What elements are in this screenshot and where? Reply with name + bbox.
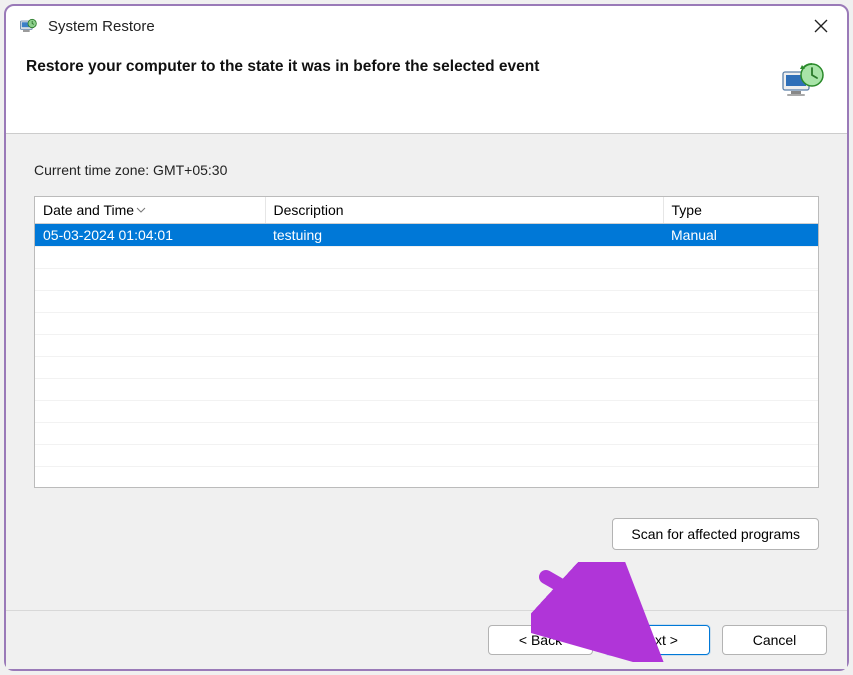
table-row: [35, 247, 818, 269]
back-button[interactable]: < Back: [488, 625, 593, 655]
column-header-description[interactable]: Description: [265, 197, 663, 224]
footer-buttons: < Back Next > Cancel: [6, 610, 847, 669]
close-icon: [814, 19, 828, 33]
table-row: [35, 313, 818, 335]
table-row: [35, 269, 818, 291]
table-row: [35, 401, 818, 423]
column-header-datetime[interactable]: Date and Time: [35, 197, 265, 224]
column-header-type[interactable]: Type: [663, 197, 818, 224]
system-restore-window: System Restore Restore your computer to …: [4, 4, 849, 671]
next-button[interactable]: Next >: [605, 625, 710, 655]
table-header-row: Date and Time Description Type: [35, 197, 818, 224]
header-panel: Restore your computer to the state it wa…: [6, 44, 847, 134]
table-row[interactable]: 05-03-2024 01:04:01 testuing Manual: [35, 224, 818, 247]
restore-points-table: Date and Time Description Type 05-03-202…: [34, 196, 819, 488]
table-row: [35, 357, 818, 379]
window-title: System Restore: [48, 18, 807, 35]
table-row: [35, 379, 818, 401]
table-row: [35, 445, 818, 467]
table-row: [35, 291, 818, 313]
system-restore-large-icon: [779, 58, 827, 106]
scan-row: Scan for affected programs: [34, 488, 819, 570]
system-restore-icon: [18, 16, 38, 36]
cancel-button[interactable]: Cancel: [722, 625, 827, 655]
cell-type: Manual: [663, 224, 818, 247]
scan-affected-programs-button[interactable]: Scan for affected programs: [612, 518, 819, 550]
timezone-label: Current time zone: GMT+05:30: [34, 162, 819, 178]
table-row: [35, 335, 818, 357]
close-button[interactable]: [807, 12, 835, 40]
page-heading: Restore your computer to the state it wa…: [26, 58, 539, 76]
titlebar: System Restore: [6, 6, 847, 44]
table-row: [35, 423, 818, 445]
chevron-down-icon: [136, 200, 146, 216]
content-area: Current time zone: GMT+05:30 Date and Ti…: [6, 134, 847, 610]
cell-datetime: 05-03-2024 01:04:01: [35, 224, 265, 247]
cell-description: testuing: [265, 224, 663, 247]
